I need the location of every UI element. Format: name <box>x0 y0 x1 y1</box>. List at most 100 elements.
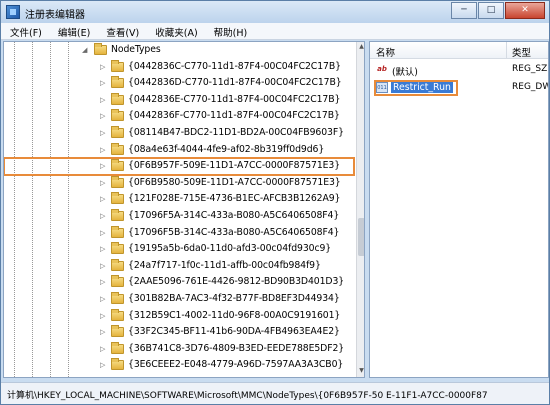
status-path: 计算机\HKEY_LOCAL_MACHINE\SOFTWARE\Microsof… <box>7 391 488 401</box>
menu-help[interactable]: 帮助(H) <box>205 23 255 39</box>
tree-item[interactable]: ▷ {0442836F-C770-11d1-87F4-00C04FC2C17B} <box>4 108 354 125</box>
expand-arrow-icon[interactable]: ▷ <box>100 278 107 286</box>
close-button[interactable]: ✕ <box>505 2 545 19</box>
window-controls: ─ □ ✕ <box>450 2 545 19</box>
tree-item[interactable]: ▷ {0442836D-C770-11d1-87F4-00C04FC2C17B} <box>4 75 354 92</box>
folder-icon <box>111 175 124 188</box>
tree-item-label: {0F6B9580-509E-11D1-A7CC-0000F87571E3} <box>128 176 341 188</box>
folder-icon <box>111 142 124 155</box>
binary-value-icon: 011 <box>376 82 388 93</box>
tree-item-label: NodeTypes <box>111 44 161 55</box>
tree-item[interactable]: ▷ {121F028E-715E-4736-B1EC-AFCB3B1262A9} <box>4 191 354 208</box>
tree-item[interactable]: ▷ {0442836E-C770-11d1-87F4-00C04FC2C17B} <box>4 92 354 109</box>
menu-file[interactable]: 文件(F) <box>1 23 49 39</box>
tree-item-label: {08a4e63f-4044-4fe9-af02-8b319ff0d9d6} <box>128 143 325 155</box>
expand-arrow-icon[interactable]: ▷ <box>100 295 107 303</box>
expand-arrow-icon[interactable]: ▷ <box>100 361 107 369</box>
folder-icon <box>111 59 124 72</box>
tree-item[interactable]: ▷ {33F2C345-BF11-41b6-90DA-4FB4963EA4E2} <box>4 324 354 341</box>
folder-icon <box>111 109 124 122</box>
menu-favorites[interactable]: 收藏夹(A) <box>146 23 204 39</box>
tree-item-label: {0442836F-C770-11d1-87F4-00C04FC2C17B} <box>128 110 340 122</box>
menu-view[interactable]: 查看(V) <box>97 23 146 39</box>
values-column-headers: 名称 类型 <box>370 42 548 59</box>
tree-item[interactable]: ▷ {0442836C-C770-11d1-87F4-00C04FC2C17B} <box>4 59 354 76</box>
expand-arrow-icon[interactable]: ▷ <box>100 162 107 170</box>
open-folder-icon <box>94 43 107 55</box>
menu-bar: 文件(F) 编辑(E) 查看(V) 收藏夹(A) 帮助(H) <box>1 23 549 40</box>
values-pane[interactable]: 名称 类型 ab (默认) REG_SZ 011 Restrict_Run RE… <box>369 41 549 378</box>
tree-item-label: {17096F5A-314C-433a-B080-A5C6406508F4} <box>128 209 340 221</box>
regedit-window: 注册表编辑器 ─ □ ✕ 文件(F) 编辑(E) 查看(V) 收藏夹(A) 帮助… <box>0 0 550 405</box>
tree-item[interactable]: ▷ {24a7f717-1f0c-11d1-affb-00c04fb984f9} <box>4 258 354 275</box>
tree-item[interactable]: ▷ {301B82BA-7AC3-4f32-B77F-BD8EF3D44934} <box>4 291 354 308</box>
tree-item-label: {33F2C345-BF11-41b6-90DA-4FB4963EA4E2} <box>128 326 340 338</box>
value-type: REG_DWORD <box>512 82 548 92</box>
value-name: (默认) <box>392 67 418 78</box>
folder-icon <box>111 341 124 354</box>
expand-arrow-icon[interactable]: ▷ <box>100 195 107 203</box>
tree-item[interactable]: ▷ {2AAE5096-761E-4426-9812-BD90B3D401D3} <box>4 274 354 291</box>
scroll-up-arrow-icon[interactable]: ▲ <box>358 43 364 52</box>
expand-arrow-icon[interactable]: ▷ <box>100 312 107 320</box>
expand-arrow-icon[interactable]: ▷ <box>100 245 107 253</box>
tree-item-label: {0F6B957F-509E-11D1-A7CC-0000F87571E3} <box>128 160 341 172</box>
tree-item[interactable]: ▷ {3E6CEEE2-E048-4779-A96D-7597AA3A3CB0} <box>4 357 354 374</box>
expand-arrow-icon[interactable]: ▷ <box>100 112 107 120</box>
tree-item-label: {08114B47-BDC2-11D1-BD2A-00C04FB9603F} <box>128 126 344 138</box>
expand-arrow-icon[interactable]: ▷ <box>100 328 107 336</box>
tree-item[interactable]: ▷ {19195a5b-6da0-11d0-afd3-00c04fd930c9} <box>4 241 354 258</box>
expand-arrow-icon[interactable]: ▷ <box>100 96 107 104</box>
folder-icon <box>111 125 124 138</box>
tree-item-label: {0442836C-C770-11d1-87F4-00C04FC2C17B} <box>128 60 341 72</box>
key-tree-pane[interactable]: ◢ NodeTypes ▷ {0442836C-C770-11d1-87F4-00… <box>3 41 365 378</box>
folder-icon <box>111 358 124 371</box>
folder-icon <box>111 225 124 238</box>
tree-item[interactable]: ▷ {0F6B9580-509E-11D1-A7CC-0000F87571E3} <box>4 175 354 192</box>
folder-icon <box>111 325 124 338</box>
value-row-default[interactable]: ab (默认) REG_SZ <box>370 62 548 78</box>
status-bar: 计算机\HKEY_LOCAL_MACHINE\SOFTWARE\Microsof… <box>1 382 549 404</box>
collapse-arrow-icon[interactable]: ◢ <box>82 46 89 54</box>
expand-arrow-icon[interactable]: ▷ <box>100 146 107 154</box>
tree-vertical-scrollbar[interactable]: ▲ ▼ <box>356 42 364 377</box>
column-header-name[interactable]: 名称 <box>376 45 395 59</box>
folder-icon <box>111 275 124 288</box>
expand-arrow-icon[interactable]: ▷ <box>100 79 107 87</box>
minimize-button[interactable]: ─ <box>451 2 477 19</box>
string-value-icon: ab <box>377 65 387 73</box>
tree-item-label: {121F028E-715E-4736-B1EC-AFCB3B1262A9} <box>128 193 341 205</box>
expand-arrow-icon[interactable]: ▷ <box>100 212 107 220</box>
expand-arrow-icon[interactable]: ▷ <box>100 345 107 353</box>
folder-icon <box>111 208 124 221</box>
tree-item[interactable]: ▷ {17096F5A-314C-433a-B080-A5C6406508F4} <box>4 208 354 225</box>
tree-item[interactable]: ▷ {312B59C1-4002-11d0-96F8-00A0C9191601} <box>4 308 354 325</box>
expand-arrow-icon[interactable]: ▷ <box>100 229 107 237</box>
tree-item-label: {0442836D-C770-11d1-87F4-00C04FC2C17B} <box>128 77 342 89</box>
tree-item-highlighted[interactable]: ▷ {0F6B957F-509E-11D1-A7CC-0000F87571E3} <box>4 157 355 176</box>
window-title: 注册表编辑器 <box>25 10 85 21</box>
tree-item-label: {36B741C8-3D76-4809-B3ED-EEDE788E5DF2} <box>128 342 345 354</box>
scrollbar-thumb[interactable] <box>358 218 364 256</box>
regedit-app-icon <box>6 5 20 19</box>
tree-item[interactable]: ▷ {08a4e63f-4044-4fe9-af02-8b319ff0d9d6} <box>4 142 354 159</box>
expand-arrow-icon[interactable]: ▷ <box>100 179 107 187</box>
column-header-type[interactable]: 类型 <box>512 45 531 59</box>
tree-item[interactable]: ▷ {36B741C8-3D76-4809-B3ED-EEDE788E5DF2} <box>4 341 354 358</box>
menu-edit[interactable]: 编辑(E) <box>49 23 97 39</box>
value-row-restrict-run[interactable]: 011 Restrict_Run REG_DWORD <box>370 80 548 96</box>
tree-item-label: {2AAE5096-761E-4426-9812-BD90B3D401D3} <box>128 276 345 288</box>
tree-item[interactable]: ▷ {17096F5B-314C-433a-B080-A5C6406508F4} <box>4 225 354 242</box>
maximize-button[interactable]: □ <box>478 2 504 19</box>
expand-arrow-icon[interactable]: ▷ <box>100 262 107 270</box>
tree-item[interactable]: ▷ {08114B47-BDC2-11D1-BD2A-00C04FB9603F} <box>4 125 354 142</box>
tree-item-label: {301B82BA-7AC3-4f32-B77F-BD8EF3D44934} <box>128 292 340 304</box>
tree-item-nodetypes[interactable]: ◢ NodeTypes <box>4 42 354 59</box>
key-tree: ◢ NodeTypes ▷ {0442836C-C770-11d1-87F4-00… <box>4 42 355 374</box>
expand-arrow-icon[interactable]: ▷ <box>100 129 107 137</box>
expand-arrow-icon[interactable]: ▷ <box>100 63 107 71</box>
title-bar[interactable]: 注册表编辑器 ─ □ ✕ <box>1 1 549 23</box>
column-divider[interactable] <box>506 42 507 59</box>
scroll-down-arrow-icon[interactable]: ▼ <box>358 367 364 376</box>
folder-icon <box>111 192 124 205</box>
